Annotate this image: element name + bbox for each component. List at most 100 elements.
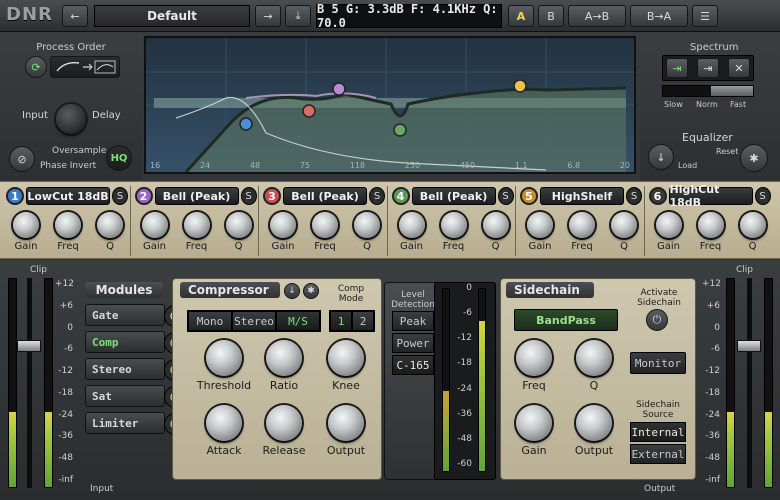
band-2-number[interactable]: 2 <box>134 187 153 205</box>
input-fader-handle[interactable] <box>17 340 41 352</box>
process-order-display[interactable] <box>50 56 120 78</box>
activate-sidechain-button[interactable]: ⏻ <box>646 309 668 331</box>
module-limiter-button[interactable]: Limiter⏻ <box>85 412 186 435</box>
band-5-gain-knob[interactable] <box>527 212 553 238</box>
app-logo: DNR <box>6 4 53 25</box>
compressor-knee-knob[interactable] <box>328 340 364 376</box>
band-4-freq-knob[interactable] <box>440 212 467 238</box>
source-internal-button[interactable]: Internal <box>630 422 686 442</box>
next-preset-button[interactable]: → <box>255 5 281 27</box>
sidechain-gain-knob[interactable] <box>516 405 552 441</box>
module-sat-button[interactable]: Sat⏻ <box>85 385 186 408</box>
comp-mode-2-button[interactable]: 2 <box>352 311 374 331</box>
reset-button[interactable]: ✱ <box>740 144 768 172</box>
band-1-type-select[interactable]: LowCut 18dB <box>26 187 110 205</box>
module-comp-button[interactable]: Comp⏻ <box>85 331 186 354</box>
sidechain-filter-select[interactable]: BandPass <box>514 309 618 331</box>
input-delay-knob[interactable] <box>56 104 86 134</box>
load-button[interactable]: ↓ <box>648 144 674 170</box>
band-3-solo-button[interactable]: S <box>369 187 385 205</box>
band-5-freq-knob[interactable] <box>569 212 595 238</box>
band-2-freq-knob[interactable] <box>183 212 210 238</box>
gr-meter-scale: 0 -6 -12 -18 -24 -36 -48 -60 <box>450 283 472 472</box>
detect-peak-button[interactable]: Peak <box>392 311 434 331</box>
band-3-type-select[interactable]: Bell (Peak) <box>283 187 367 205</box>
right-settings-panel: Spectrum ⇥ ⇥ ✕ Slow Norm Fast Equalizer … <box>640 33 780 180</box>
module-gate-button[interactable]: Gate⏻ <box>85 304 186 327</box>
band-4-gain-knob[interactable] <box>398 212 425 238</box>
compressor-attack-label: Attack <box>206 444 242 457</box>
band-5-q-knob[interactable] <box>611 212 637 238</box>
band-2-gain-knob[interactable] <box>141 212 168 238</box>
band-1-q-knob[interactable] <box>97 212 123 238</box>
spectrum-speed-slider[interactable] <box>662 85 754 97</box>
sidechain-freq-knob[interactable] <box>516 340 552 376</box>
band-6-gain-knob[interactable] <box>655 212 682 238</box>
band-1-solo-button[interactable]: S <box>112 187 128 205</box>
mode-mono-button[interactable]: Mono <box>188 311 232 331</box>
band-3-gain-knob[interactable] <box>270 212 296 238</box>
inscale-tick: 0 <box>67 322 73 333</box>
prev-preset-button[interactable]: ← <box>62 5 88 27</box>
band-1-number[interactable]: 1 <box>6 187 24 205</box>
band-4-solo-button[interactable]: S <box>497 187 514 205</box>
band-2-type-select[interactable]: Bell (Peak) <box>154 187 239 205</box>
source-external-button[interactable]: External <box>630 444 686 464</box>
copy-a-to-b-button[interactable]: A→B <box>568 5 626 27</box>
process-order-cycle-button[interactable]: ⟳ <box>25 56 47 78</box>
phase-invert-button[interactable]: ⊘ <box>9 146 35 172</box>
slider-thumb[interactable] <box>711 86 753 96</box>
band-2-solo-button[interactable]: S <box>240 187 257 205</box>
band-5-solo-button[interactable]: S <box>626 187 642 205</box>
compressor-release-knob[interactable] <box>266 405 302 441</box>
download-icon: ⤓ <box>295 9 301 22</box>
compressor-threshold-knob[interactable] <box>206 340 242 376</box>
compressor-reset-button[interactable]: ✱ <box>303 283 319 299</box>
compressor-output-knob[interactable] <box>328 405 364 441</box>
preset-name-display[interactable]: Default <box>94 5 250 27</box>
band-3-freq-knob[interactable] <box>312 212 338 238</box>
band-6-type-select[interactable]: HighCut 18dB <box>668 183 753 209</box>
level-detection-label: Level Detection <box>391 290 435 310</box>
band-6-freq-knob[interactable] <box>697 212 724 238</box>
detect-power-button[interactable]: Power <box>392 333 434 353</box>
mode-ms-button[interactable]: M/S <box>276 311 320 331</box>
band-5-type-select[interactable]: HighShelf <box>540 187 624 205</box>
compressor-attack-knob[interactable] <box>206 405 242 441</box>
band-3-number[interactable]: 3 <box>263 187 281 205</box>
output-fader-handle[interactable] <box>737 340 761 352</box>
sidechain-q-knob[interactable] <box>576 340 612 376</box>
band-6-number[interactable]: 6 <box>648 187 667 205</box>
spectrum-pre-button[interactable]: ⇥ <box>666 58 688 78</box>
menu-button[interactable]: ☰ <box>692 5 718 27</box>
band-1-gain-knob[interactable] <box>13 212 39 238</box>
save-preset-button[interactable]: ⤓ <box>285 5 311 27</box>
spectrum-post-button[interactable]: ⇥ <box>697 58 719 78</box>
band-4-type-select[interactable]: Bell (Peak) <box>411 187 496 205</box>
sidechain-monitor-button[interactable]: Monitor <box>630 352 686 374</box>
band-6-solo-button[interactable]: S <box>754 187 771 205</box>
detect-c165-button[interactable]: C-165 <box>392 355 434 375</box>
band-3-q-knob[interactable] <box>354 212 380 238</box>
sidechain-output-knob[interactable] <box>576 405 612 441</box>
ab-a-button[interactable]: A <box>508 5 534 27</box>
band-6-q-knob[interactable] <box>739 212 766 238</box>
eq-curve-display[interactable]: 16 24 48 75 118 250 450 1.1 6.8 20 <box>144 36 636 174</box>
oversample-hq-button[interactable]: HQ <box>106 145 132 171</box>
compressor-load-button[interactable]: ↓ <box>284 283 300 299</box>
band-1-freq-knob[interactable] <box>55 212 81 238</box>
band-2-q-knob[interactable] <box>225 212 252 238</box>
module-stereo-button[interactable]: Stereo⏻ <box>85 358 186 381</box>
band-4-q-knob[interactable] <box>482 212 509 238</box>
load-label: Load <box>678 161 698 170</box>
band-5-number[interactable]: 5 <box>520 187 538 205</box>
compressor-ratio-knob[interactable] <box>266 340 302 376</box>
comp-mode-1-button[interactable]: 1 <box>330 311 352 331</box>
freq-label: 6.8 <box>567 161 581 170</box>
ab-b-button[interactable]: B <box>538 5 564 27</box>
spectrum-off-button[interactable]: ✕ <box>728 58 750 78</box>
sidechain-gain-control: Gain <box>508 405 560 457</box>
band-4-number[interactable]: 4 <box>391 187 410 205</box>
copy-b-to-a-button[interactable]: B→A <box>630 5 688 27</box>
mode-stereo-button[interactable]: Stereo <box>232 311 276 331</box>
